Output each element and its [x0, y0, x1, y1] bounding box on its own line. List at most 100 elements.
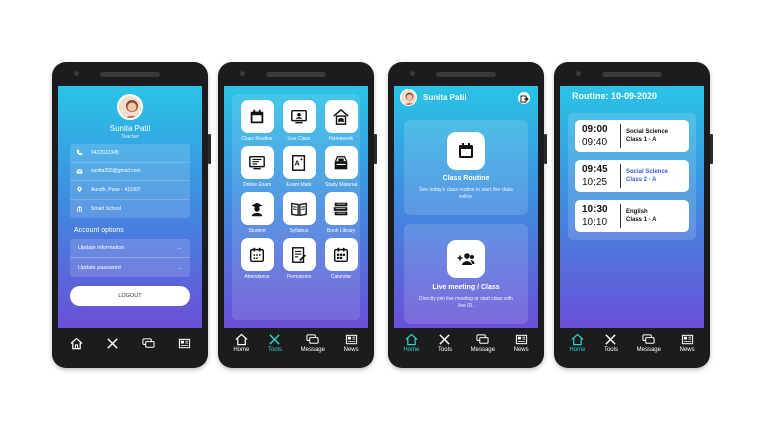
school-building-icon — [76, 206, 83, 212]
live-meeting-title: Live meeting / Class — [432, 284, 500, 291]
email-row: sunita203@gmail.com — [70, 163, 190, 181]
tool-label: Online Exam — [242, 182, 272, 188]
tool-live-class[interactable]: Live Class — [280, 100, 318, 142]
book-library-icon — [333, 202, 348, 215]
nav-message[interactable]: Message — [637, 333, 661, 353]
tool-book-library[interactable]: Book Library — [322, 192, 360, 234]
phone-profile: Sunita Patil Teacher 9422012345 sunita20… — [52, 62, 211, 368]
update-password-option[interactable]: Update password → — [70, 258, 190, 277]
profile-role: Teacher — [121, 134, 139, 140]
end-time: 09:40 — [582, 137, 608, 148]
svg-text:+: + — [300, 157, 303, 163]
nav-news-label: News — [343, 347, 359, 353]
account-options-heading: Account options — [74, 227, 124, 234]
class-routine-title: Class Routine — [442, 175, 490, 182]
nav-news[interactable]: News — [344, 333, 359, 353]
phone-icon — [76, 149, 83, 156]
phone-routine: Routine: 10-09-2020 09:00 09:40 Social S… — [554, 62, 713, 368]
tool-permission[interactable]: Permission — [280, 238, 318, 280]
tool-label: Attendance — [244, 274, 270, 280]
study-material-icon — [334, 155, 348, 169]
nav-tools[interactable] — [106, 337, 119, 350]
message-icon — [141, 337, 155, 348]
subject: Social Science — [626, 169, 669, 175]
bottom-nav: Home Tools Message News — [224, 328, 368, 358]
arrow-right-icon: → — [176, 245, 183, 251]
phone-tools: Class Routine Live Class Homework Online… — [218, 62, 377, 368]
nav-message-label: Message — [636, 347, 661, 353]
exam-mark-icon: A + — [291, 154, 306, 171]
tool-label: Permission — [286, 274, 312, 280]
tool-student[interactable]: Student — [238, 192, 276, 234]
nav-home-label: Home — [233, 347, 250, 353]
account-options-card: Update information → Update password → — [70, 239, 190, 277]
tool-label: Homework — [329, 136, 353, 142]
divider — [620, 164, 621, 188]
nav-home[interactable] — [70, 337, 83, 350]
routine-panel: 09:00 09:40 Social Science Class 1 - A 0… — [568, 113, 696, 240]
front-camera — [410, 71, 415, 76]
routine-entry[interactable]: 09:00 09:40 Social Science Class 1 - A — [575, 120, 689, 152]
tool-calendar[interactable]: Calendar — [322, 238, 360, 280]
tool-study-material[interactable]: Study Material — [322, 146, 360, 188]
tool-homework[interactable]: Homework — [322, 100, 360, 142]
tool-exam-mark[interactable]: A + Exam Mark — [280, 146, 318, 188]
live-meeting-card[interactable]: Live meeting / Class Directly join live … — [404, 224, 528, 324]
message-icon — [642, 334, 655, 344]
message-icon — [476, 334, 489, 344]
nav-tools[interactable]: Tools — [604, 333, 618, 353]
nav-news[interactable] — [178, 337, 191, 350]
nav-message-label: Message — [470, 347, 495, 353]
nav-message[interactable]: Message — [301, 333, 325, 353]
avatar[interactable] — [400, 89, 417, 106]
tool-attendance[interactable]: Attendance — [238, 238, 276, 280]
logout-button[interactable]: LOGOUT — [70, 286, 190, 306]
avatar[interactable] — [117, 94, 143, 120]
nav-home[interactable]: Home — [233, 333, 249, 353]
nav-news[interactable]: News — [514, 333, 529, 353]
side-button — [710, 134, 713, 164]
tools-icon — [439, 334, 451, 345]
class-routine-card[interactable]: Class Routine See today's class routine … — [404, 120, 528, 215]
nav-tools[interactable]: Tools — [268, 333, 282, 353]
mail-icon — [76, 168, 83, 174]
nav-tools-label: Tools — [267, 347, 282, 353]
front-camera — [240, 71, 245, 76]
attendance-icon — [249, 247, 265, 262]
tool-syllabus[interactable]: Syllabus — [280, 192, 318, 234]
tool-label: Calendar — [330, 274, 352, 280]
nav-message[interactable] — [141, 337, 155, 350]
tool-label: Book Library — [326, 228, 356, 234]
routine-entry[interactable]: 09:45 10:25 Social Science Class 2 - A — [575, 160, 689, 192]
front-camera — [74, 71, 79, 76]
tool-online-exam[interactable]: Online Exam — [238, 146, 276, 188]
logout-icon-button[interactable] — [518, 92, 530, 104]
address-row: Aundh, Pune - 411007 — [70, 181, 190, 200]
tool-class-routine[interactable]: Class Routine — [238, 100, 276, 142]
tool-label: Study Material — [325, 182, 357, 188]
nav-news[interactable]: News — [680, 333, 695, 353]
speaker-grille — [100, 72, 160, 77]
phone-home: Sunita Patil Class Routine See today's c… — [388, 62, 547, 368]
bottom-nav: Home Tools Message News — [394, 328, 538, 358]
nav-home[interactable]: Home — [569, 333, 585, 353]
user-name: Sunita Patil — [423, 93, 467, 102]
profile-name: Sunita Patil — [109, 124, 151, 133]
side-button — [544, 134, 547, 164]
nav-message[interactable]: Message — [471, 333, 495, 353]
nav-tools[interactable]: Tools — [438, 333, 452, 353]
update-information-option[interactable]: Update information → — [70, 239, 190, 258]
group-add-icon — [457, 253, 475, 265]
live-class-icon — [291, 109, 307, 123]
news-icon — [681, 334, 693, 345]
update-password-label: Update password — [78, 264, 121, 271]
nav-home[interactable]: Home — [403, 333, 419, 353]
routine-entry[interactable]: 10:30 10:10 English Class 1 - A — [575, 200, 689, 232]
end-time: 10:25 — [582, 177, 608, 188]
calendar-icon — [459, 143, 473, 158]
phone-text: 9422012345 — [91, 149, 119, 156]
exit-icon — [520, 95, 529, 103]
tools-panel: Class Routine Live Class Homework Online… — [232, 94, 360, 320]
tools-screen: Class Routine Live Class Homework Online… — [224, 86, 368, 328]
online-exam-icon — [249, 155, 265, 169]
